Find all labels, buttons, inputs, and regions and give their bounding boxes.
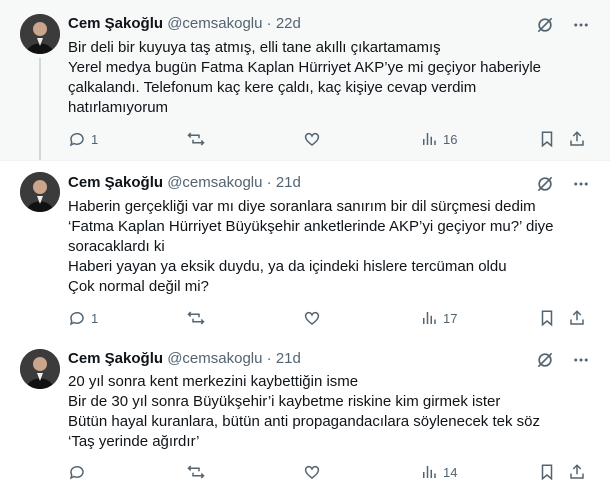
repost-button[interactable]	[186, 128, 211, 150]
author-handle[interactable]: @cemsakoglu	[167, 174, 262, 191]
reply-count: 1	[91, 310, 99, 326]
reply-button[interactable]	[68, 461, 91, 483]
share-button[interactable]	[568, 307, 586, 329]
text-line: Yerel medya bugün Fatma Kaplan Hürriyet …	[68, 59, 542, 76]
action-bar: 14	[68, 461, 588, 483]
bookmark-icon	[538, 309, 556, 327]
text-line: hatırlamıyorum	[68, 99, 169, 116]
like-button[interactable]	[303, 128, 326, 150]
text-line: Bütün hayal kuranlara, bütün anti propag…	[68, 413, 540, 430]
timestamp[interactable]: 21d	[276, 350, 301, 367]
share-icon	[568, 130, 586, 148]
like-icon	[303, 130, 321, 148]
tweet-header: Cem Şakoğlu @cemsakoglu · 21d	[68, 349, 301, 369]
text-line: çalkalandı. Telefonum kaç kere çaldı, ka…	[68, 79, 477, 96]
tweet-header: Cem Şakoğlu @cemsakoglu · 22d	[68, 14, 301, 34]
repost-button[interactable]	[186, 307, 211, 329]
share-button[interactable]	[568, 128, 586, 150]
bookmark-button[interactable]	[538, 128, 556, 150]
repost-icon	[186, 309, 206, 327]
text-line: Bir deli bir kuyuya taş atmış, elli tane…	[68, 39, 441, 56]
tweet-text: Haberin gerçekliği var mı diye soranlara…	[68, 197, 588, 297]
author-handle[interactable]: @cemsakoglu	[167, 350, 262, 367]
text-line: Çok normal değil mi?	[68, 278, 209, 295]
thread-line	[39, 58, 41, 160]
repost-button[interactable]	[186, 461, 211, 483]
like-icon	[303, 309, 321, 327]
reply-button[interactable]: 1	[68, 307, 98, 329]
grok-icon[interactable]	[534, 349, 556, 371]
views-button[interactable]: 16	[420, 128, 457, 150]
author-name[interactable]: Cem Şakoğlu	[68, 174, 163, 191]
text-line: soracaklardı ki	[68, 238, 165, 255]
reply-button[interactable]: 1	[68, 128, 98, 150]
text-line: ‘Fatma Kaplan Hürriyet Büyükşehir anketl…	[68, 218, 554, 235]
text-line: Haberi yayan ya eksik duydu, ya da içind…	[68, 258, 507, 275]
grok-icon[interactable]	[534, 173, 556, 195]
like-button[interactable]	[303, 307, 326, 329]
views-count: 16	[443, 131, 458, 147]
avatar[interactable]	[20, 14, 60, 54]
timestamp[interactable]: 21d	[276, 174, 301, 191]
tweet[interactable]: Cem Şakoğlu @cemsakoglu · 21d Haberin ge…	[0, 160, 610, 338]
separator-dot: ·	[266, 350, 272, 367]
action-bar: 1 16	[68, 128, 588, 150]
views-icon	[420, 309, 438, 327]
author-handle[interactable]: @cemsakoglu	[167, 15, 262, 32]
grok-icon[interactable]	[534, 14, 556, 36]
tweet[interactable]: Cem Şakoğlu @cemsakoglu · 22d Bir deli b…	[0, 0, 610, 160]
bookmark-button[interactable]	[538, 307, 556, 329]
like-icon	[303, 463, 321, 481]
like-button[interactable]	[303, 461, 326, 483]
bookmark-icon	[538, 463, 556, 481]
views-icon	[420, 130, 438, 148]
bookmark-button[interactable]	[538, 461, 556, 483]
author-name[interactable]: Cem Şakoğlu	[68, 15, 163, 32]
action-bar: 1 17	[68, 307, 588, 329]
author-name[interactable]: Cem Şakoğlu	[68, 350, 163, 367]
text-line: Bir de 30 yıl sonra Büyükşehir’i kaybetm…	[68, 393, 501, 410]
repost-icon	[186, 463, 206, 481]
views-icon	[420, 463, 438, 481]
views-count: 17	[443, 310, 458, 326]
tweet-text: Bir deli bir kuyuya taş atmış, elli tane…	[68, 38, 588, 118]
reply-icon	[68, 309, 86, 327]
tweet[interactable]: Cem Şakoğlu @cemsakoglu · 21d 20 yıl son…	[0, 337, 610, 489]
avatar[interactable]	[20, 349, 60, 389]
more-icon[interactable]	[570, 349, 592, 371]
text-line: 20 yıl sonra kent merkezini kaybettiğin …	[68, 373, 359, 390]
repost-icon	[186, 130, 206, 148]
reply-icon	[68, 463, 86, 481]
separator-dot: ·	[266, 174, 272, 191]
tweet-header: Cem Şakoğlu @cemsakoglu · 21d	[68, 173, 301, 193]
tweet-text: 20 yıl sonra kent merkezini kaybettiğin …	[68, 372, 588, 452]
bookmark-icon	[538, 130, 556, 148]
share-icon	[568, 463, 586, 481]
timestamp[interactable]: 22d	[276, 15, 301, 32]
reply-count: 1	[91, 131, 99, 147]
views-count: 14	[443, 464, 458, 480]
share-icon	[568, 309, 586, 327]
text-line: ‘Taş yerinde ağırdır’	[68, 433, 200, 450]
reply-icon	[68, 130, 86, 148]
more-icon[interactable]	[570, 173, 592, 195]
views-button[interactable]: 14	[420, 461, 457, 483]
text-line: Haberin gerçekliği var mı diye soranlara…	[68, 198, 536, 215]
separator-dot: ·	[266, 15, 272, 32]
more-icon[interactable]	[570, 14, 592, 36]
views-button[interactable]: 17	[420, 307, 457, 329]
avatar[interactable]	[20, 172, 60, 212]
share-button[interactable]	[568, 461, 586, 483]
